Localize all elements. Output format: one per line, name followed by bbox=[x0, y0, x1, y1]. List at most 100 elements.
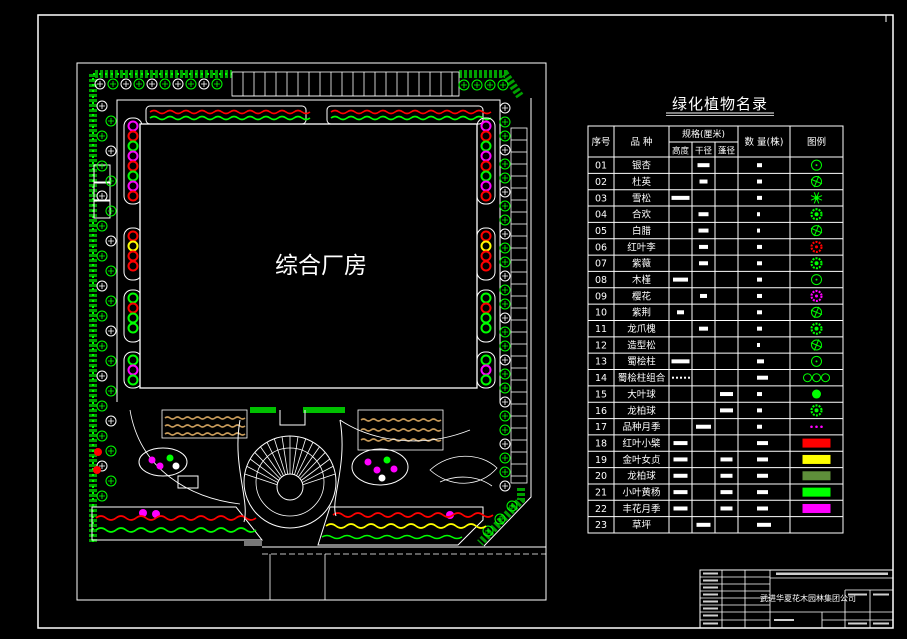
legend-center bbox=[814, 408, 819, 413]
filled-circle-icon bbox=[812, 389, 821, 399]
illegible-signature-label bbox=[703, 579, 718, 582]
row-species: 合欢 bbox=[632, 209, 652, 221]
row-species: 龙柏球 bbox=[627, 405, 656, 417]
illegible-signature-label bbox=[703, 593, 718, 596]
illegible-spec-value bbox=[720, 392, 733, 397]
legend-center bbox=[815, 360, 818, 363]
swatch bbox=[802, 454, 831, 464]
illegible-signature-label bbox=[703, 622, 718, 625]
hedge-strip bbox=[250, 407, 276, 413]
illegible-spec-value bbox=[673, 473, 688, 478]
flower-cluster bbox=[94, 448, 102, 456]
header-crown-diameter: 蓬径 bbox=[718, 146, 736, 157]
illegible-signature-label bbox=[703, 600, 718, 603]
island-flower bbox=[364, 458, 372, 466]
row-number: 12 bbox=[595, 340, 607, 351]
illegible-spec-value bbox=[680, 376, 682, 379]
illegible-spec-value bbox=[699, 244, 708, 249]
legend-dot bbox=[810, 425, 813, 429]
illegible-cell-text bbox=[873, 593, 889, 596]
island-flower bbox=[156, 462, 164, 470]
row-species: 杜英 bbox=[632, 176, 652, 188]
row-number: 11 bbox=[595, 324, 607, 335]
illegible-spec-value bbox=[684, 376, 686, 379]
swatch bbox=[802, 471, 831, 481]
illegible-spec-value bbox=[699, 179, 708, 184]
row-number: 23 bbox=[595, 520, 607, 531]
legend-dot bbox=[820, 425, 823, 429]
illegible-quantity-value bbox=[757, 293, 762, 298]
illegible-spec-value bbox=[698, 212, 709, 217]
row-species: 品种月季 bbox=[622, 421, 661, 433]
row-species: 樱花 bbox=[632, 290, 652, 302]
row-species: 银杏 bbox=[632, 160, 652, 172]
illegible-quantity-value bbox=[757, 392, 762, 397]
factory-building: 综合厂房 bbox=[139, 123, 478, 389]
row-number: 19 bbox=[595, 455, 607, 466]
illegible-spec-value bbox=[673, 441, 688, 446]
island-flower bbox=[172, 462, 180, 470]
island-flower bbox=[378, 474, 386, 482]
illegible-quantity-value bbox=[757, 359, 764, 364]
row-species: 龙爪槐 bbox=[627, 323, 656, 335]
header-spec: 规格(厘米) bbox=[682, 128, 725, 140]
row-species: 蜀桧柱 bbox=[627, 356, 656, 368]
row-species: 草坪 bbox=[632, 519, 652, 531]
row-species: 蜀桧柱组合 bbox=[618, 372, 666, 384]
legend-center bbox=[815, 294, 818, 298]
illegible-spec-value bbox=[672, 376, 674, 379]
illegible-spec-value bbox=[671, 195, 690, 200]
row-species: 红叶李 bbox=[627, 241, 656, 253]
cad-drawing-canvas: 综合厂房 绿化植物名录 序号 品 种 规格(厘米) 高度 干径 蓬径 数 量(株… bbox=[0, 0, 907, 639]
illegible-quantity-value bbox=[757, 424, 762, 429]
building-label: 综合厂房 bbox=[275, 253, 367, 279]
illegible-spec-value bbox=[671, 359, 690, 364]
row-number: 18 bbox=[595, 438, 607, 449]
island-flower bbox=[390, 465, 398, 473]
legend-swatch bbox=[802, 503, 831, 513]
illegible-spec-value bbox=[698, 228, 709, 233]
row-number: 22 bbox=[595, 504, 607, 515]
row-species: 紫荆 bbox=[632, 307, 651, 319]
illegible-quantity-value bbox=[757, 163, 762, 168]
row-species: 造型松 bbox=[627, 339, 656, 351]
illegible-spec-value bbox=[673, 506, 688, 511]
illegible-quantity-value bbox=[757, 261, 762, 266]
illegible-spec-value bbox=[720, 408, 733, 413]
legend-center bbox=[815, 245, 818, 249]
header-height: 高度 bbox=[672, 146, 690, 157]
row-species: 小叶黄杨 bbox=[622, 487, 660, 499]
illegible-cell-text bbox=[848, 593, 867, 596]
illegible-spec-value bbox=[699, 261, 708, 266]
illegible-quantity-value bbox=[757, 195, 762, 200]
illegible-spec-value bbox=[676, 376, 678, 379]
illegible-project-title bbox=[776, 572, 888, 575]
illegible-spec-value bbox=[673, 277, 688, 282]
illegible-quantity-value bbox=[757, 343, 760, 347]
row-number: 14 bbox=[595, 373, 607, 384]
illegible-cell-text bbox=[873, 622, 889, 625]
row-number: 01 bbox=[595, 161, 607, 172]
legend-center bbox=[814, 326, 819, 331]
illegible-spec-value bbox=[699, 326, 708, 331]
row-species: 龙柏球 bbox=[627, 470, 656, 482]
row-species: 白腊 bbox=[632, 225, 652, 237]
row-species: 金叶女贞 bbox=[622, 454, 660, 466]
gate-post bbox=[244, 540, 262, 546]
illegible-quantity-value bbox=[757, 375, 768, 380]
row-number: 03 bbox=[595, 193, 607, 204]
legend-dot bbox=[815, 425, 818, 429]
illegible-signature-label bbox=[703, 607, 718, 610]
illegible-cell-text bbox=[848, 622, 867, 625]
island-flower bbox=[373, 466, 381, 474]
legend-center bbox=[815, 278, 818, 281]
header-no: 序号 bbox=[591, 136, 610, 148]
illegible-quantity-value bbox=[757, 490, 768, 495]
swatch bbox=[802, 487, 831, 497]
illegible-spec-value bbox=[688, 376, 690, 379]
legend-center bbox=[814, 261, 819, 266]
island-flower bbox=[166, 454, 174, 462]
illegible-quantity-value bbox=[757, 179, 762, 184]
row-number: 15 bbox=[595, 389, 607, 400]
illegible-spec-value bbox=[720, 457, 733, 462]
